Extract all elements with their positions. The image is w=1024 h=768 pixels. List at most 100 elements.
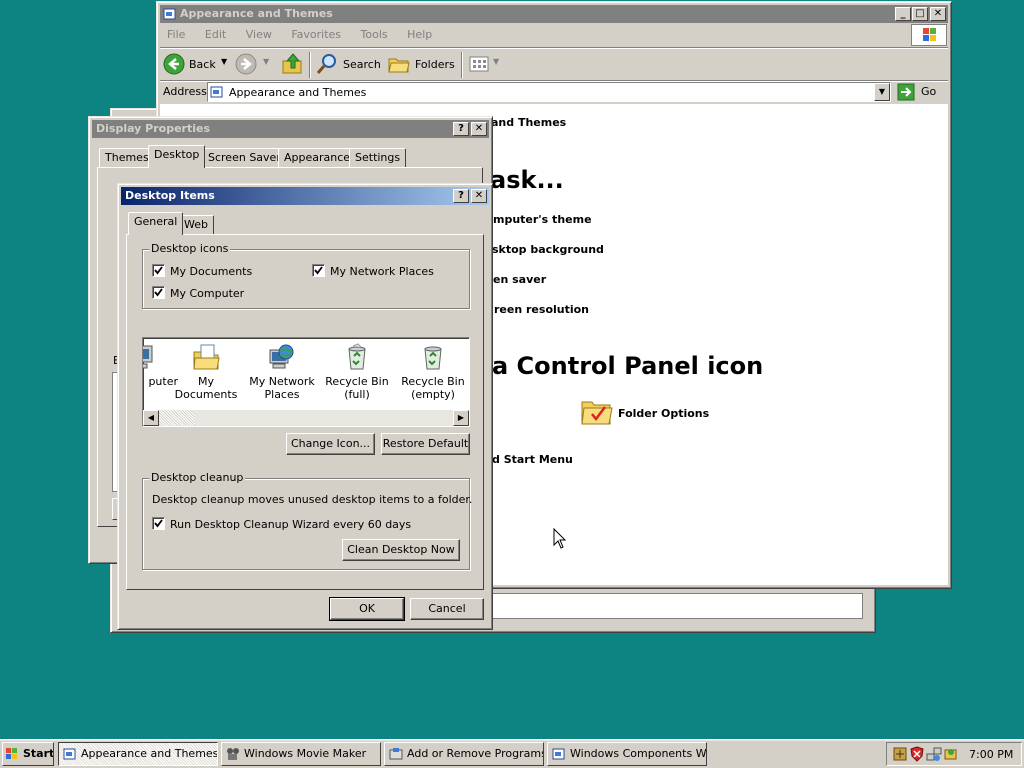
- cancel-button[interactable]: Cancel: [410, 598, 484, 620]
- explorer-title: Appearance and Themes: [180, 7, 333, 20]
- menu-favorites[interactable]: Favorites: [291, 28, 341, 41]
- views-button[interactable]: ▼: [467, 52, 503, 78]
- go-button[interactable]: Go: [897, 82, 947, 102]
- close-button[interactable]: ✕: [471, 122, 487, 136]
- change-icon-button[interactable]: Change Icon...: [286, 433, 375, 455]
- task-add-remove-programs[interactable]: Add or Remove Programs: [384, 742, 544, 766]
- icon-label: Recycle Bin (full): [325, 375, 389, 401]
- checkmark-icon: [154, 266, 163, 275]
- tab-appearance[interactable]: Appearance: [278, 148, 357, 168]
- help-button[interactable]: ?: [453, 122, 469, 136]
- start-button[interactable]: Start: [2, 742, 54, 766]
- control-panel-icon: [163, 8, 176, 20]
- checkmark-icon: [154, 519, 163, 528]
- my-network-places-checkbox[interactable]: [312, 264, 325, 277]
- address-folder-icon: [210, 86, 223, 98]
- task-movie-maker[interactable]: Windows Movie Maker: [221, 742, 381, 766]
- menu-tools[interactable]: Tools: [361, 28, 388, 41]
- forward-button[interactable]: ▼: [235, 52, 277, 78]
- address-dropdown-button[interactable]: ▼: [874, 83, 890, 101]
- menu-bar: File Edit View Favorites Tools Help: [167, 28, 448, 44]
- close-button[interactable]: ✕: [471, 189, 487, 203]
- tab-web[interactable]: Web: [178, 215, 214, 235]
- scroll-thumb[interactable]: [159, 410, 195, 426]
- desktop-icons-group: Desktop icons: [142, 242, 470, 309]
- forward-arrow-icon: [235, 53, 257, 75]
- desktop-items-title: Desktop Items: [125, 189, 215, 202]
- menu-edit[interactable]: Edit: [205, 28, 226, 41]
- address-field[interactable]: Appearance and Themes ▼: [207, 82, 891, 102]
- folders-icon: [388, 58, 410, 73]
- task-appearance-themes[interactable]: Appearance and Themes: [58, 742, 218, 766]
- task-theme[interactable]: mputer's theme: [493, 213, 592, 226]
- movie-maker-icon: [227, 748, 239, 760]
- tab-screen-saver[interactable]: Screen Saver: [202, 148, 287, 168]
- back-label: Back: [189, 58, 216, 71]
- folders-button[interactable]: Folders: [387, 52, 455, 78]
- checkmark-icon: [314, 266, 323, 275]
- desktop-icon-item[interactable]: Recycle Bin (full): [319, 342, 395, 401]
- task-resolution[interactable]: reen resolution: [494, 303, 589, 316]
- close-button[interactable]: ✕: [930, 7, 946, 21]
- desktop-icon-item[interactable]: My Network Places: [244, 342, 320, 401]
- clock[interactable]: 7:00 PM: [969, 748, 1013, 761]
- taskbar-start-menu-label[interactable]: d Start Menu: [492, 453, 573, 466]
- views-dropdown-icon[interactable]: ▼: [493, 57, 499, 66]
- background-window-field: [491, 593, 863, 619]
- recycle-bin-empty-icon: [424, 346, 442, 370]
- scroll-right-button[interactable]: ▶: [453, 410, 469, 426]
- tab-themes[interactable]: Themes: [99, 148, 155, 168]
- desktop-items-titlebar[interactable]: Desktop Items ? ✕: [121, 187, 489, 205]
- menu-view[interactable]: View: [246, 28, 272, 41]
- tray-app-icon[interactable]: [943, 746, 959, 762]
- menu-help[interactable]: Help: [407, 28, 432, 41]
- horizontal-scrollbar[interactable]: ◀ ▶: [143, 410, 469, 426]
- desktop-icon-list[interactable]: puter My Documents My Network Places Rec…: [142, 337, 470, 427]
- up-folder-button[interactable]: [281, 52, 307, 78]
- tab-general[interactable]: General: [128, 212, 184, 235]
- task-label: Windows Movie Maker: [244, 747, 367, 760]
- desktop-icon-item[interactable]: Recycle Bin (empty): [395, 342, 469, 401]
- pick-icon-heading: a Control Panel icon: [492, 352, 764, 380]
- security-shield-icon[interactable]: [909, 746, 925, 762]
- forward-dropdown-icon[interactable]: ▼: [263, 57, 269, 66]
- help-button[interactable]: ?: [453, 189, 469, 203]
- display-properties-titlebar[interactable]: Display Properties ? ✕: [92, 120, 489, 138]
- scroll-left-button[interactable]: ◀: [143, 410, 159, 426]
- task-windows-components[interactable]: Windows Components W...: [547, 742, 707, 766]
- clean-desktop-now-button[interactable]: Clean Desktop Now: [342, 539, 460, 561]
- folder-options-icon[interactable]: [580, 396, 614, 426]
- search-icon: [316, 54, 336, 74]
- search-label: Search: [343, 58, 381, 71]
- task-label: Add or Remove Programs: [407, 747, 544, 760]
- menu-file[interactable]: File: [167, 28, 185, 41]
- restore-default-button[interactable]: Restore Default: [381, 433, 470, 455]
- tray-tool-icon[interactable]: [892, 746, 908, 762]
- control-panel-icon: [63, 748, 76, 760]
- desktop-cleanup-group-label: Desktop cleanup: [149, 471, 246, 484]
- icon-label: My Network Places: [249, 375, 315, 401]
- my-network-places-label: My Network Places: [330, 265, 434, 278]
- explorer-titlebar[interactable]: Appearance and Themes _ □ ✕: [160, 5, 948, 23]
- back-button[interactable]: Back ▼: [163, 52, 229, 78]
- folder-options-label[interactable]: Folder Options: [618, 407, 709, 420]
- minimize-button[interactable]: _: [895, 7, 911, 21]
- task-background[interactable]: sktop background: [492, 243, 604, 256]
- tab-settings[interactable]: Settings: [349, 148, 407, 168]
- network-icon[interactable]: [926, 746, 942, 762]
- task-screensaver[interactable]: en saver: [493, 273, 546, 286]
- maximize-button[interactable]: □: [912, 7, 928, 21]
- general-panel: Desktop icons My Documents My Network Pl…: [126, 234, 484, 590]
- my-documents-checkbox[interactable]: [152, 264, 165, 277]
- my-computer-checkbox[interactable]: [152, 286, 165, 299]
- back-dropdown-icon[interactable]: ▼: [221, 57, 227, 66]
- tab-desktop[interactable]: Desktop: [148, 145, 206, 168]
- cleanup-wizard-checkbox[interactable]: [152, 517, 165, 530]
- menu-separator: [160, 47, 948, 49]
- search-button[interactable]: Search: [315, 52, 381, 78]
- desktop-icon-item[interactable]: My Documents: [168, 342, 244, 401]
- start-label: Start: [23, 747, 54, 760]
- ok-button[interactable]: OK: [329, 597, 405, 621]
- icon-label: My Documents: [174, 375, 238, 401]
- task-label: Windows Components W...: [570, 747, 707, 760]
